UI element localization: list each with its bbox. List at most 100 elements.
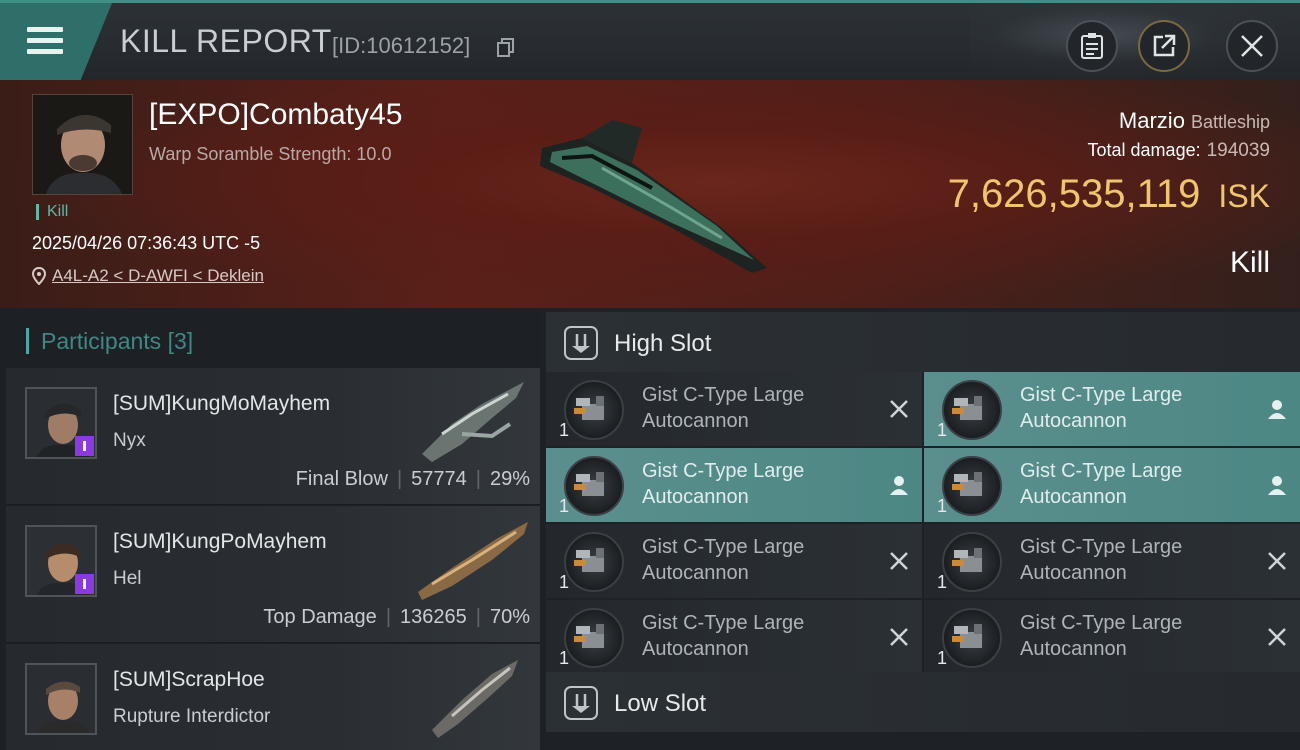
module-item[interactable]: 1 Gist C-Type Large Autocannon <box>924 600 1300 674</box>
high-slot-header: High Slot <box>546 312 1300 372</box>
close-icon <box>1268 628 1286 646</box>
module-quantity: 1 <box>559 420 570 440</box>
warp-scramble-strength: Warp Soramble Strength: 10.0 <box>149 144 392 164</box>
person-icon <box>890 476 908 495</box>
high-slot-icon <box>564 326 598 360</box>
module-name-line2: Autocannon <box>642 562 749 584</box>
person-icon <box>1268 476 1286 495</box>
module-name-line1: Gist C-Type Large <box>1020 460 1183 482</box>
module-name-line2: Autocannon <box>1020 562 1127 584</box>
module-item[interactable]: 1 Gist C-Type Large Autocannon <box>924 372 1300 446</box>
kill-tag: Kill <box>36 204 68 220</box>
victim-ship-line: Marzio Battleship <box>1119 108 1270 134</box>
header-bar: KILL REPORT [ID:10612152] <box>0 0 1300 83</box>
rank-badge-icon <box>75 436 94 456</box>
close-icon <box>890 552 908 570</box>
damage-percent: 29% <box>489 468 530 490</box>
total-damage-line: Total damage: 194039 <box>1088 140 1270 162</box>
participant-avatar-image <box>27 665 95 733</box>
participant-ship-image <box>418 522 528 600</box>
participants-count: [3] <box>167 328 194 354</box>
module-quantity: 1 <box>559 572 570 592</box>
location-link[interactable]: A4L-A2 < D-AWFI < Deklein <box>32 266 264 286</box>
module-name-line2: Autocannon <box>1020 410 1127 432</box>
menu-button[interactable] <box>0 3 112 80</box>
module-name-line1: Gist C-Type Large <box>1020 612 1183 634</box>
victim-portrait[interactable] <box>32 94 133 195</box>
total-damage-value: 194039 <box>1206 140 1270 161</box>
share-icon <box>1153 34 1176 57</box>
autocannon-icon <box>564 380 624 440</box>
participant-name[interactable]: [SUM]KungPoMayhem <box>113 530 327 554</box>
module-quantity: 1 <box>937 648 948 668</box>
participants-header: Participants [3] <box>26 328 193 354</box>
module-name-line2: Autocannon <box>1020 638 1127 660</box>
module-item[interactable]: 1 Gist C-Type Large Autocannon <box>924 448 1300 522</box>
autocannon-icon <box>564 456 624 516</box>
location-text: A4L-A2 < D-AWFI < Deklein <box>52 266 264 285</box>
participant-row[interactable]: [SUM]KungPoMayhem Hel Top Damage | 136265 |… <box>6 506 540 643</box>
module-name-line2: Autocannon <box>1020 486 1127 508</box>
participant-stats: Final Blow | 57774 | 29% <box>295 468 530 490</box>
damage-value: 57774 <box>411 468 467 490</box>
module-item[interactable]: 1 Gist C-Type Large Autocannon <box>546 600 922 674</box>
autocannon-icon <box>564 608 624 668</box>
participant-name[interactable]: [SUM]KungMoMayhem <box>113 392 330 416</box>
close-icon <box>1241 35 1263 57</box>
module-item[interactable]: 1 Gist C-Type Large Autocannon <box>546 448 922 522</box>
isk-unit: ISK <box>1218 178 1270 214</box>
module-name-line1: Gist C-Type Large <box>642 460 805 482</box>
page-title: KILL REPORT <box>120 23 332 59</box>
module-name-line2: Autocannon <box>642 638 749 660</box>
person-icon <box>1268 400 1286 419</box>
module-name: Gist C-Type Large Autocannon <box>642 610 872 662</box>
module-name-line1: Gist C-Type Large <box>642 536 805 558</box>
participant-row[interactable]: [SUM]ScrapHoe Rupture Interdictor <box>6 644 540 750</box>
victim-ship-image[interactable] <box>522 108 782 278</box>
isk-amount: 7,626,535,119 <box>947 172 1201 216</box>
module-item[interactable]: 1 Gist C-Type Large Autocannon <box>924 524 1300 598</box>
module-name: Gist C-Type Large Autocannon <box>642 534 872 586</box>
close-button[interactable] <box>1226 20 1278 72</box>
share-button[interactable] <box>1138 20 1190 72</box>
participant-row[interactable]: [SUM]KungMoMayhem Nyx Final Blow | 57774 | 2… <box>6 368 540 505</box>
location-pin-icon <box>32 267 46 285</box>
module-name-line1: Gist C-Type Large <box>1020 536 1183 558</box>
participants-label: Participants <box>41 328 162 354</box>
participant-name[interactable]: [SUM]ScrapHoe <box>113 668 265 692</box>
stat-label: Final Blow <box>295 468 388 490</box>
module-name-line1: Gist C-Type Large <box>642 612 805 634</box>
autocannon-icon <box>564 532 624 592</box>
participant-stats: Top Damage | 136265 | 70% <box>263 606 530 628</box>
avatar <box>25 387 97 459</box>
avatar <box>25 525 97 597</box>
autocannon-icon <box>942 532 1002 592</box>
module-quantity: 1 <box>937 496 948 516</box>
hamburger-menu-icon <box>27 27 63 55</box>
isk-value-line: 7,626,535,119 ISK <box>948 172 1270 217</box>
autocannon-icon <box>942 456 1002 516</box>
fitting-panel: High Slot 1 Gist C-Type Large Autocannon 1 G… <box>540 308 1300 750</box>
module-name: Gist C-Type Large Autocannon <box>1020 534 1250 586</box>
high-slot-label: High Slot <box>614 330 712 357</box>
rank-badge-icon <box>75 574 94 594</box>
module-name: Gist C-Type Large Autocannon <box>1020 458 1250 510</box>
copy-icon[interactable] <box>497 38 515 58</box>
close-icon <box>890 400 908 418</box>
close-icon <box>890 628 908 646</box>
module-item[interactable]: 1 Gist C-Type Large Autocannon <box>546 524 922 598</box>
stat-label: Top Damage <box>263 606 377 628</box>
module-quantity: 1 <box>937 420 948 440</box>
kill-id: [ID:10612152] <box>332 33 471 58</box>
victim-name[interactable]: [EXPO]Combaty45 <box>149 98 402 132</box>
participant-ship-image <box>432 660 518 738</box>
module-quantity: 1 <box>937 572 948 592</box>
module-name: Gist C-Type Large Autocannon <box>1020 610 1250 662</box>
victim-ship-name[interactable]: Marzio <box>1119 108 1185 133</box>
module-item[interactable]: 1 Gist C-Type Large Autocannon <box>546 372 922 446</box>
module-name-line2: Autocannon <box>642 486 749 508</box>
clipboard-button[interactable] <box>1066 20 1118 72</box>
autocannon-icon <box>942 380 1002 440</box>
victim-ship-class: Battleship <box>1190 112 1270 132</box>
module-name: Gist C-Type Large Autocannon <box>642 458 872 510</box>
